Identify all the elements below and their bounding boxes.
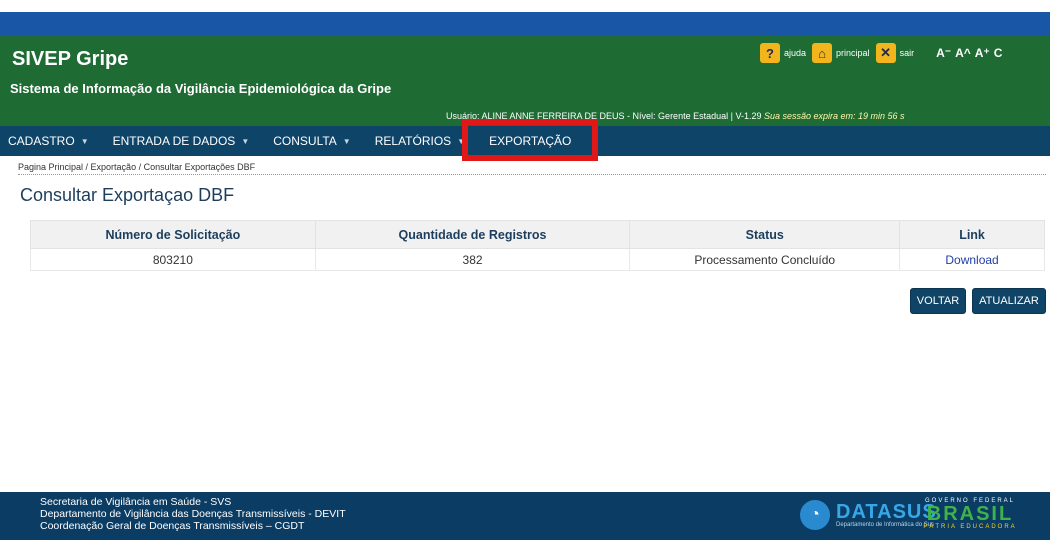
footer-line-devit: Departamento de Vigilância das Doenças T…: [40, 508, 346, 520]
help-icon: ?: [760, 43, 780, 63]
table-header-row: Número de Solicitação Quantidade de Regi…: [30, 220, 1045, 249]
exit-label: sair: [899, 48, 915, 58]
help-label: ajuda: [784, 48, 807, 58]
nav-label: CONSULTA: [273, 134, 337, 148]
nav-item-consulta[interactable]: CONSULTA ▼: [261, 126, 362, 156]
brasil-word: BRASIL: [926, 503, 1014, 525]
footer: Secretaria de Vigilância em Saúde - SVS …: [0, 492, 1050, 540]
voltar-button[interactable]: VOLTAR: [910, 288, 966, 314]
export-results-table: Número de Solicitação Quantidade de Regi…: [30, 220, 1045, 271]
column-header-numero: Número de Solicitação: [30, 220, 316, 249]
font-increase-button[interactable]: A⁺: [975, 46, 990, 60]
nav-item-exportacao[interactable]: EXPORTAÇÃO: [477, 126, 583, 156]
brasil-bottom-text: PÁTRIA EDUCADORA: [923, 524, 1017, 530]
contrast-button[interactable]: C: [994, 46, 1003, 60]
header-tools: ? ajuda ⌂ principal ✕ sair A⁻ A^ A⁺ C: [760, 42, 1002, 64]
font-decrease-button[interactable]: A⁻: [936, 46, 951, 60]
chevron-down-icon: ▼: [80, 136, 89, 146]
column-header-quantidade: Quantidade de Registros: [314, 220, 631, 249]
page-title: Consultar Exportaçao DBF: [20, 185, 235, 205]
nav-label: RELATÓRIOS: [374, 134, 452, 148]
atualizar-button[interactable]: ATUALIZAR: [972, 288, 1046, 314]
exit-icon: ✕: [875, 43, 896, 63]
app-title: SIVEP Gripe: [12, 48, 129, 70]
nav-label: EXPORTAÇÃO: [489, 134, 572, 148]
column-header-status: Status: [629, 220, 901, 249]
user-info-line: Usuário: ALINE ANNE FERREIRA DE DEUS - N…: [446, 111, 905, 121]
nav-label: ENTRADA DE DADOS: [112, 134, 236, 148]
brasil-logo: GOVERNO FEDERAL BRASIL PÁTRIA EDUCADORA: [906, 498, 1034, 536]
footer-text: Secretaria de Vigilância em Saúde - SVS …: [40, 496, 346, 532]
home-icon: ⌂: [812, 43, 833, 63]
header: SIVEP Gripe Sistema de Informação da Vig…: [0, 36, 1050, 126]
download-link[interactable]: Download: [945, 253, 998, 267]
main-nav: CADASTRO ▼ ENTRADA DE DADOS ▼ CONSULTA ▼…: [0, 126, 1050, 156]
page: SIVEP Gripe Sistema de Informação da Vig…: [0, 0, 1050, 540]
nav-label: CADASTRO: [8, 134, 75, 148]
exit-button[interactable]: ✕ sair: [875, 43, 915, 63]
chevron-down-icon: ▼: [342, 136, 351, 146]
nav-item-entrada-de-dados[interactable]: ENTRADA DE DADOS ▼: [101, 126, 262, 156]
cell-link: Download: [899, 248, 1045, 271]
nav-item-relatorios[interactable]: RELATÓRIOS ▼: [363, 126, 477, 156]
help-button[interactable]: ? ajuda: [760, 43, 806, 63]
footer-line-cgdt: Coordenação Geral de Doenças Transmissív…: [40, 520, 305, 532]
chevron-down-icon: ▼: [241, 136, 250, 146]
datasus-icon: ◔: [800, 500, 830, 530]
home-button[interactable]: ⌂ principal: [812, 43, 870, 63]
session-timer: Sua sessão expira em: 19 min 56 s: [763, 111, 905, 121]
column-header-link: Link: [899, 220, 1045, 249]
app-subtitle: Sistema de Informação da Vigilância Epid…: [10, 81, 392, 96]
chevron-down-icon: ▼: [457, 136, 466, 146]
user-info: Usuário: ALINE ANNE FERREIRA DE DEUS - N…: [446, 111, 762, 121]
top-bar: [0, 12, 1050, 36]
home-label: principal: [836, 48, 870, 58]
table-row: 803210 382 Processamento Concluído Downl…: [30, 248, 1045, 271]
cell-quantidade: 382: [314, 248, 631, 271]
font-size-controls: A⁻ A^ A⁺ C: [936, 46, 1002, 60]
font-normal-button[interactable]: A^: [955, 46, 971, 60]
breadcrumb: Pagina Principal / Exportação / Consulta…: [18, 162, 1046, 175]
top-margin: [0, 0, 1050, 12]
cell-status: Processamento Concluído: [629, 248, 901, 271]
nav-item-cadastro[interactable]: CADASTRO ▼: [0, 126, 101, 156]
footer-line-svs: Secretaria de Vigilância em Saúde - SVS: [40, 496, 232, 508]
cell-numero: 803210: [30, 248, 316, 271]
